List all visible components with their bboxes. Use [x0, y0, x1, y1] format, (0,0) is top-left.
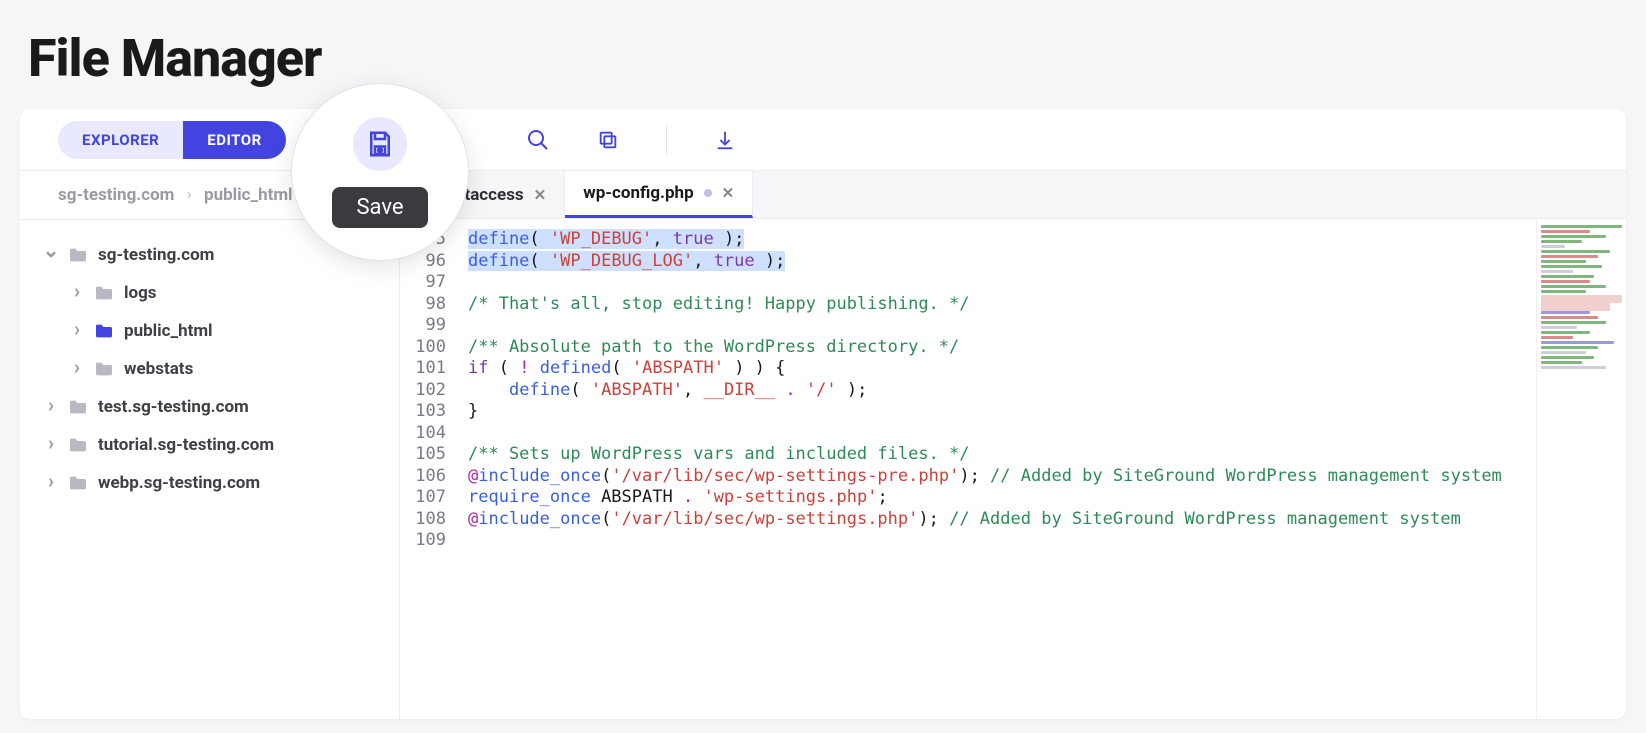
folder-icon	[68, 437, 88, 453]
chevron-down-icon[interactable]	[44, 243, 58, 267]
tree-item-webp[interactable]: webp.sg-testing.com	[44, 464, 389, 502]
tree-item-logs[interactable]: logs	[44, 274, 389, 312]
save-callout: Save	[292, 84, 468, 260]
tree-label: webp.sg-testing.com	[98, 473, 260, 493]
sidebar: sg-testing.com › public_html sg-testing.…	[20, 171, 400, 719]
file-tabs: .htaccess ✕ wp-config.php ✕	[400, 171, 1626, 219]
tree-item-webstats[interactable]: webstats	[44, 350, 389, 388]
explorer-tab[interactable]: EXPLORER	[58, 121, 183, 159]
close-icon[interactable]: ✕	[534, 186, 547, 204]
search-icon[interactable]	[526, 128, 550, 152]
code-content[interactable]: define( 'WP_DEBUG', true );define( 'WP_D…	[458, 219, 1536, 719]
file-tab-wpconfig[interactable]: wp-config.php ✕	[565, 171, 753, 218]
download-icon[interactable]	[713, 128, 737, 152]
chevron-right-icon[interactable]	[70, 357, 84, 381]
tree-label: logs	[124, 283, 157, 303]
mode-switch: EXPLORER EDITOR	[58, 121, 286, 159]
chevron-right-icon[interactable]	[70, 319, 84, 343]
tree-item-public-html[interactable]: public_html	[44, 312, 389, 350]
copy-icon[interactable]	[596, 128, 620, 152]
tree-label: webstats	[124, 359, 193, 379]
save-button[interactable]	[353, 117, 407, 171]
toolbar: EXPLORER EDITOR	[20, 109, 1626, 171]
folder-icon	[94, 323, 114, 339]
folder-icon	[68, 399, 88, 415]
folder-icon	[68, 247, 88, 263]
breadcrumb-path[interactable]: public_html	[204, 185, 293, 205]
minimap[interactable]	[1536, 219, 1626, 719]
save-tooltip: Save	[332, 187, 427, 228]
folder-icon	[94, 361, 114, 377]
editor-area: .htaccess ✕ wp-config.php ✕ 959697989910…	[400, 171, 1626, 719]
close-icon[interactable]: ✕	[722, 184, 735, 202]
chevron-right-icon[interactable]	[44, 395, 58, 419]
tree-item-test[interactable]: test.sg-testing.com	[44, 388, 389, 426]
tree-label: public_html	[124, 321, 213, 341]
tree-label: test.sg-testing.com	[98, 397, 249, 417]
editor-tab[interactable]: EDITOR	[183, 121, 285, 159]
folder-icon	[94, 285, 114, 301]
chevron-right-icon[interactable]	[44, 433, 58, 457]
folder-tree: sg-testing.com logs public_html webstats	[20, 220, 399, 512]
chevron-right-icon[interactable]	[70, 281, 84, 305]
toolbar-divider	[666, 126, 667, 154]
dirty-indicator	[704, 189, 712, 197]
chevron-right-icon[interactable]	[44, 471, 58, 495]
code-editor[interactable]: 9596979899100101102103104105106107108109…	[400, 219, 1626, 719]
page-title: File Manager	[0, 0, 1646, 99]
breadcrumb-root[interactable]: sg-testing.com	[58, 185, 174, 205]
tree-label: tutorial.sg-testing.com	[98, 435, 274, 455]
file-tab-label: wp-config.php	[583, 183, 693, 203]
breadcrumb-separator: ›	[187, 185, 192, 205]
tree-item-tutorial[interactable]: tutorial.sg-testing.com	[44, 426, 389, 464]
folder-icon	[68, 475, 88, 491]
tree-label: sg-testing.com	[98, 245, 214, 265]
line-gutter: 9596979899100101102103104105106107108109	[400, 219, 458, 719]
file-manager-panel: EXPLORER EDITOR sg-testing.com › public_…	[20, 109, 1626, 719]
